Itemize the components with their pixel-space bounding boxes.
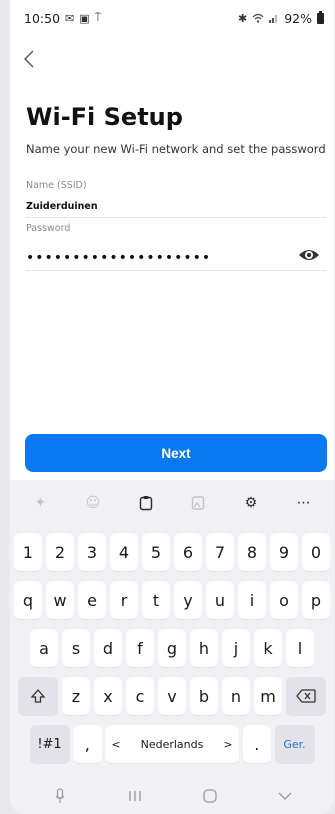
key-n[interactable]: n [221,677,251,715]
key-r[interactable]: r [109,581,139,619]
number-row: 1 2 3 4 5 6 7 8 9 0 [10,533,334,571]
space-label: Nederlands [140,737,204,751]
keyboard-toolbar: ✦ ☺ ⚙ ⋯ [10,480,334,525]
key-a[interactable]: a [29,629,59,667]
key-5[interactable]: 5 [141,533,171,571]
navigation-bar [10,778,334,814]
gallery-icon: ▣ [79,11,90,25]
letter-row-2: a s d f g h j k l [10,629,334,667]
key-z[interactable]: z [61,677,91,715]
wifi-icon [252,13,264,23]
space-key[interactable]: < Nederlands > [105,725,239,763]
key-3[interactable]: 3 [77,533,107,571]
key-m[interactable]: m [253,677,283,715]
backspace-icon [295,689,316,703]
back-button[interactable] [22,44,52,74]
key-2[interactable]: 2 [45,533,75,571]
password-underline [26,270,326,271]
symbols-key[interactable]: !#1 [29,725,70,763]
page-title: Wi-Fi Setup [26,103,183,131]
key-7[interactable]: 7 [205,533,235,571]
next-button[interactable]: Next [25,434,327,472]
page-subtitle: Name your new Wi-Fi network and set the … [26,142,326,156]
key-k[interactable]: k [253,629,283,667]
key-i[interactable]: i [237,581,267,619]
key-q[interactable]: q [13,581,43,619]
key-o[interactable]: o [269,581,299,619]
key-c[interactable]: c [125,677,155,715]
key-u[interactable]: u [205,581,235,619]
enter-key[interactable]: Ger. [274,725,315,763]
chevron-left-icon [24,50,34,68]
shift-key[interactable] [18,677,59,715]
key-y[interactable]: y [173,581,203,619]
battery-icon [317,10,324,24]
ssid-input[interactable]: Zuiderduinen [26,201,98,212]
phone-screen: 10:50 ✉ ▣ ⍑ ✱ 92% Wi-Fi Setup Name your … [10,0,334,814]
key-v[interactable]: v [157,677,187,715]
message-icon: ✉ [65,11,75,25]
hide-keyboard-icon[interactable] [265,781,305,811]
recents-icon[interactable] [115,781,155,811]
key-j[interactable]: j [221,629,251,667]
key-9[interactable]: 9 [269,533,299,571]
sparkle-icon[interactable]: ✦ [25,488,55,518]
battery-percent: 92% [284,10,312,26]
key-f[interactable]: f [125,629,155,667]
signal-icon [269,15,278,23]
key-h[interactable]: h [189,629,219,667]
comma-key[interactable]: , [73,725,102,763]
ssid-underline [26,217,326,218]
key-x[interactable]: x [93,677,123,715]
key-b[interactable]: b [189,677,219,715]
key-1[interactable]: 1 [13,533,43,571]
password-input[interactable]: •••••••••••••••••••• [26,250,211,266]
key-8[interactable]: 8 [237,533,267,571]
letter-row-3: z x c v b n m [10,677,334,715]
key-g[interactable]: g [157,629,187,667]
key-l[interactable]: l [285,629,315,667]
key-4[interactable]: 4 [109,533,139,571]
status-bar: 10:50 ✉ ▣ ⍑ ✱ 92% [10,0,334,36]
status-time: 10:50 [24,10,61,26]
settings-icon[interactable]: ⚙ [236,488,266,518]
letter-row-1: q w e r t y u i o p [10,581,334,619]
emoji-icon[interactable]: ☺ [78,488,108,518]
ssid-label: Name (SSID) [26,180,87,191]
key-s[interactable]: s [61,629,91,667]
key-0[interactable]: 0 [301,533,331,571]
more-icon[interactable]: ⋯ [289,488,319,518]
shift-icon [30,689,46,703]
key-6[interactable]: 6 [173,533,203,571]
home-icon[interactable] [190,781,230,811]
key-d[interactable]: d [93,629,123,667]
key-t[interactable]: t [141,581,171,619]
bottom-row: !#1 , < Nederlands > . Ger. [10,725,334,763]
eye-icon[interactable] [298,246,320,264]
backspace-key[interactable] [285,677,326,715]
language-next-icon: > [223,737,233,751]
key-e[interactable]: e [77,581,107,619]
period-key[interactable]: . [242,725,271,763]
keyboard: ✦ ☺ ⚙ ⋯ 1 2 3 4 5 6 7 8 9 0 q w e r t y … [10,480,334,814]
password-label: Password [26,223,71,234]
language-prev-icon: < [111,737,121,751]
key-w[interactable]: w [45,581,75,619]
clipboard-icon[interactable] [131,488,161,518]
image-icon[interactable] [183,488,213,518]
key-p[interactable]: p [301,581,331,619]
bluetooth-icon: ✱ [237,11,248,25]
mic-icon[interactable] [40,781,80,811]
antenna-icon: ⍑ [94,11,102,24]
